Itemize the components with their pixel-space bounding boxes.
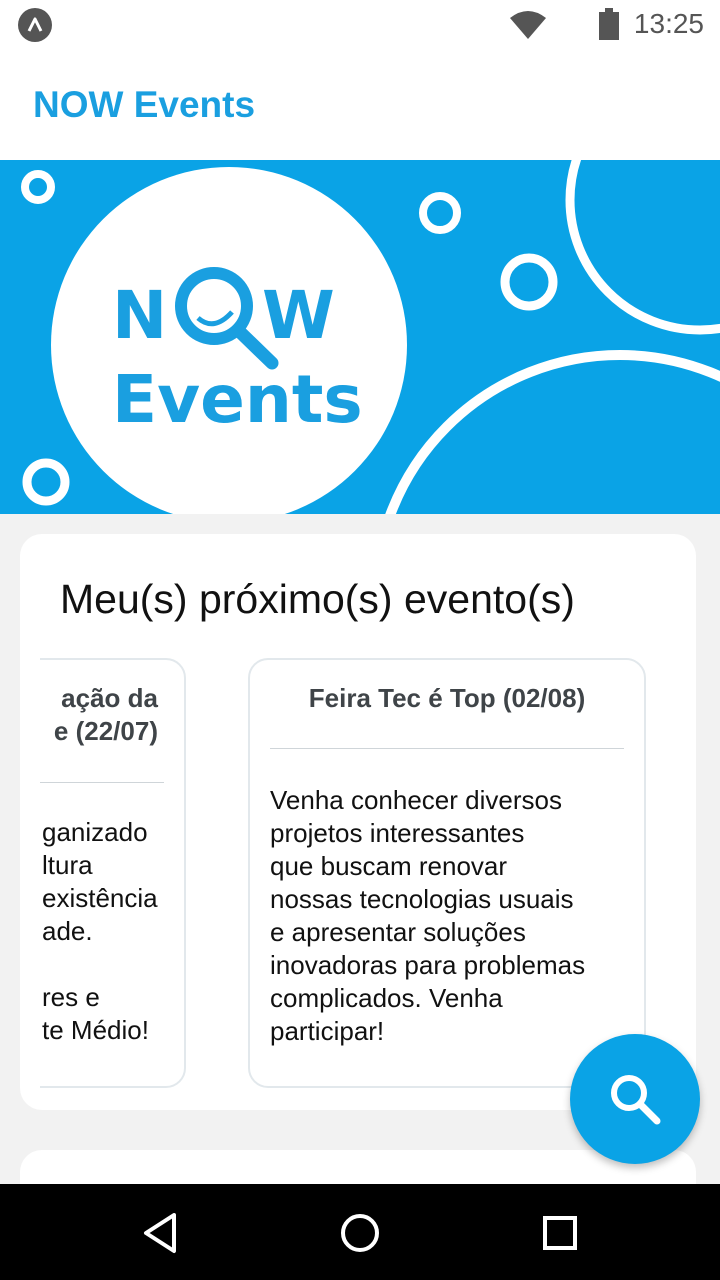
recents-icon [543,1216,577,1250]
back-icon [144,1213,176,1253]
status-time: 13:25 [633,8,704,39]
recents-button[interactable] [535,1208,585,1258]
event-title-line2: e (22/07) [53,716,158,746]
logo-letter-w: W [262,277,335,354]
navigation-bar [0,1184,720,1280]
event-title: Feira Tec é Top (02/08) [308,683,586,713]
status-bar: 13:25 [0,0,720,50]
app-bar: NOW Events [0,50,720,160]
app-title: NOW Events [33,84,256,125]
events-carousel[interactable]: ação da e (22/07) ganizado ltura existên… [40,658,696,1098]
upcoming-events-title: Meu(s) próximo(s) evento(s) [60,576,575,622]
home-button[interactable] [335,1208,385,1258]
search-icon [611,1075,661,1125]
banner: N W Events [0,160,720,514]
event-description: ganizado ltura existência ade. res e te … [42,817,158,1045]
upcoming-events-card: Meu(s) próximo(s) evento(s) ação da e (2… [20,534,696,1110]
search-button[interactable] [570,1034,700,1164]
wifi-icon [510,11,546,39]
event-title-line1: ação da [61,683,158,713]
banner-graphic: N W Events [0,160,720,514]
event-card-previous[interactable]: ação da e (22/07) ganizado ltura existên… [40,658,186,1088]
home-icon [341,1214,379,1252]
app-launcher-icon [18,8,52,42]
event-card-feira-tec[interactable]: Feira Tec é Top (02/08) Venha conhecer d… [248,658,646,1088]
event-description: Venha conhecer diversos projetos interes… [270,785,586,1046]
event-title: ação da e (22/07) [40,682,158,748]
logo-letter-n: N [112,277,167,354]
event-divider [40,782,164,783]
event-divider [270,748,624,749]
battery-icon [599,8,619,40]
logo-events: Events [112,361,363,438]
back-button[interactable] [135,1208,185,1258]
